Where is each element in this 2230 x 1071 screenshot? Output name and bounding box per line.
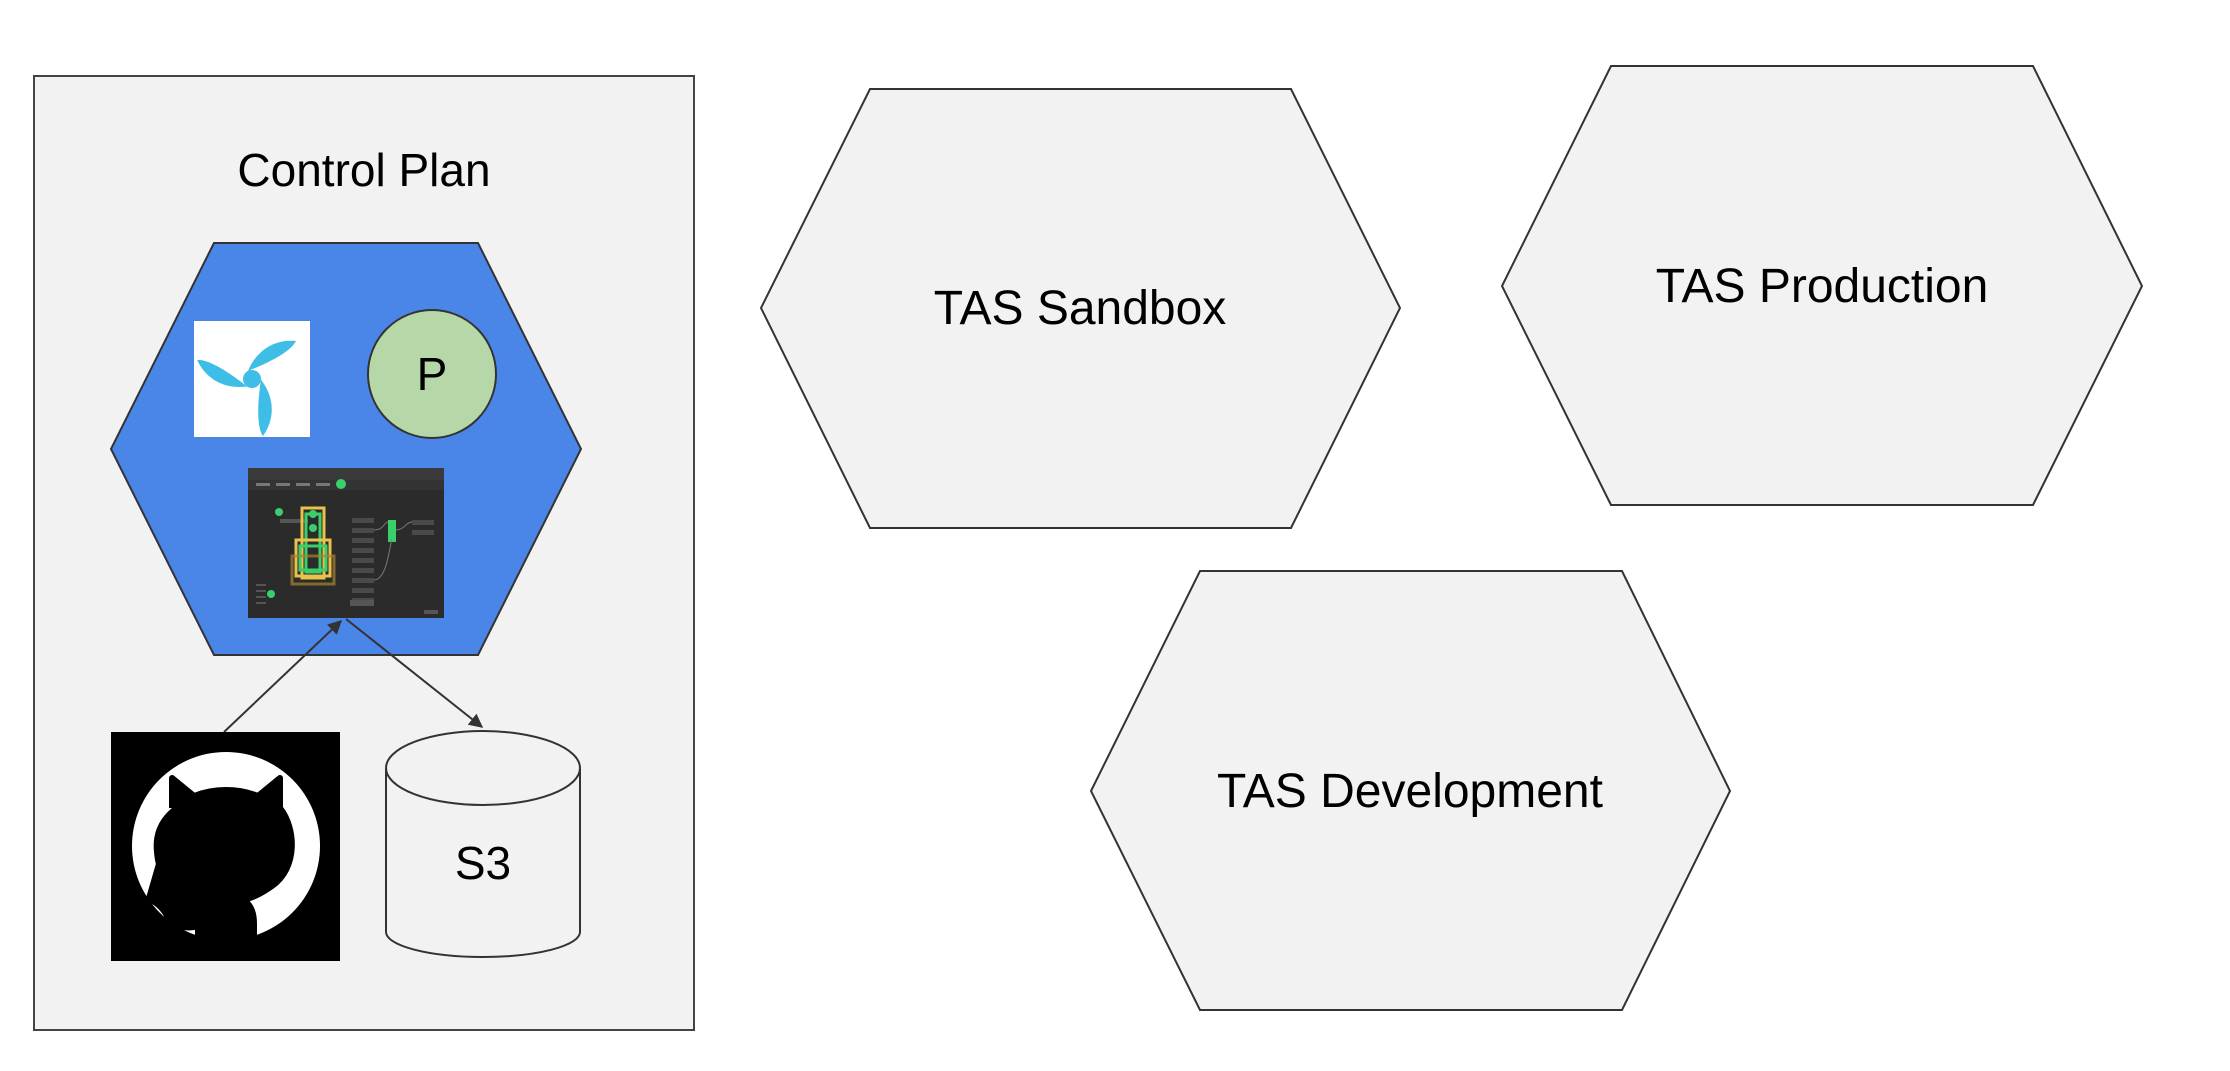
development-label: TAS Development bbox=[1217, 765, 1603, 818]
environment-development: TAS Development bbox=[1089, 570, 1732, 1011]
control-plan-title: Control Plan bbox=[237, 144, 490, 196]
sandbox-label: TAS Sandbox bbox=[934, 282, 1227, 335]
dashboard-frame bbox=[248, 468, 444, 618]
cylinder-database-icon: S3 bbox=[385, 730, 581, 958]
control-plan-panel: Control Plan P S3 bbox=[33, 75, 695, 1031]
architecture-diagram: Control Plan P S3 TAS Sandbox TAS Produc… bbox=[0, 0, 2230, 1066]
dashboard-header bbox=[248, 468, 444, 480]
pipeline-dashboard-screenshot bbox=[248, 468, 444, 618]
storage-label: S3 bbox=[455, 837, 511, 889]
production-label: TAS Production bbox=[1656, 260, 1989, 313]
dashboard-status-bar bbox=[388, 520, 396, 542]
environment-production: TAS Production bbox=[1500, 65, 2144, 506]
badge-letter: P bbox=[417, 348, 448, 400]
diagram-canvas: Control Plan P S3 TAS Sandbox TAS Produc… bbox=[33, 65, 2144, 1031]
github-octocat-icon bbox=[111, 732, 340, 961]
cylinder-top bbox=[385, 730, 581, 806]
environment-sandbox: TAS Sandbox bbox=[759, 88, 1402, 529]
propeller-hub bbox=[243, 370, 261, 388]
concourse-propeller-icon bbox=[194, 321, 310, 437]
green-badge: P bbox=[367, 309, 497, 439]
